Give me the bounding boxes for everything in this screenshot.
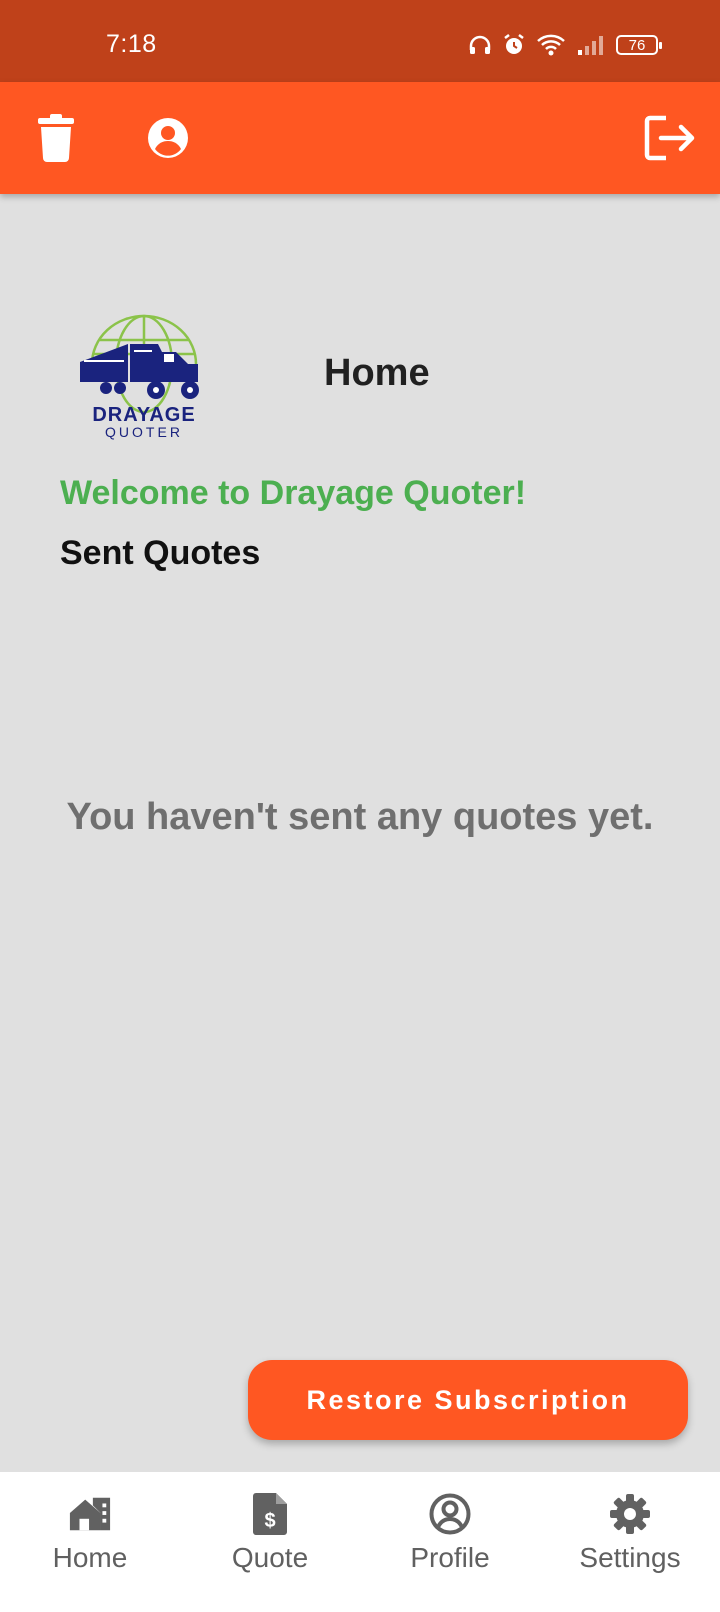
nav-item-quote[interactable]: $ Quote xyxy=(180,1472,360,1612)
wifi-icon xyxy=(536,33,566,57)
nav-label-profile: Profile xyxy=(410,1542,490,1573)
bottom-navigation: Home $ Quote Profile Settings xyxy=(0,1472,720,1612)
nav-item-profile[interactable]: Profile xyxy=(360,1472,540,1612)
headphones-icon xyxy=(468,33,492,57)
profile-icon xyxy=(428,1492,472,1536)
page-title: Home xyxy=(324,352,430,394)
status-icons: 76 xyxy=(468,30,662,60)
sent-quotes-heading: Sent Quotes xyxy=(60,534,261,572)
nav-label-home: Home xyxy=(52,1542,128,1573)
home-icon xyxy=(68,1492,112,1536)
status-bar: 7:18 76 xyxy=(0,0,720,82)
nav-label-settings: Settings xyxy=(579,1542,681,1573)
settings-gear-icon xyxy=(608,1492,652,1536)
status-time: 7:18 xyxy=(106,30,157,58)
svg-text:$: $ xyxy=(264,1510,275,1532)
signal-icon xyxy=(576,33,606,57)
logo-subtitle: QUOTER xyxy=(105,424,183,440)
nav-item-settings[interactable]: Settings xyxy=(540,1472,720,1612)
nav-item-home[interactable]: Home xyxy=(0,1472,180,1612)
drayage-quoter-logo: DRAYAGE QUOTER xyxy=(78,310,210,440)
account-circle-icon[interactable] xyxy=(142,112,194,164)
welcome-message: Welcome to Drayage Quoter! xyxy=(60,474,527,512)
restore-subscription-button[interactable]: Restore Subscription xyxy=(248,1360,688,1440)
empty-quotes-message: You haven't sent any quotes yet. xyxy=(66,796,654,838)
app-bar xyxy=(0,82,720,194)
quote-document-icon: $ xyxy=(248,1492,292,1536)
alarm-icon xyxy=(502,33,526,57)
logout-icon[interactable] xyxy=(644,112,696,164)
nav-label-quote: Quote xyxy=(231,1542,309,1573)
battery-icon: 76 xyxy=(616,35,662,55)
trash-icon[interactable] xyxy=(30,112,82,164)
